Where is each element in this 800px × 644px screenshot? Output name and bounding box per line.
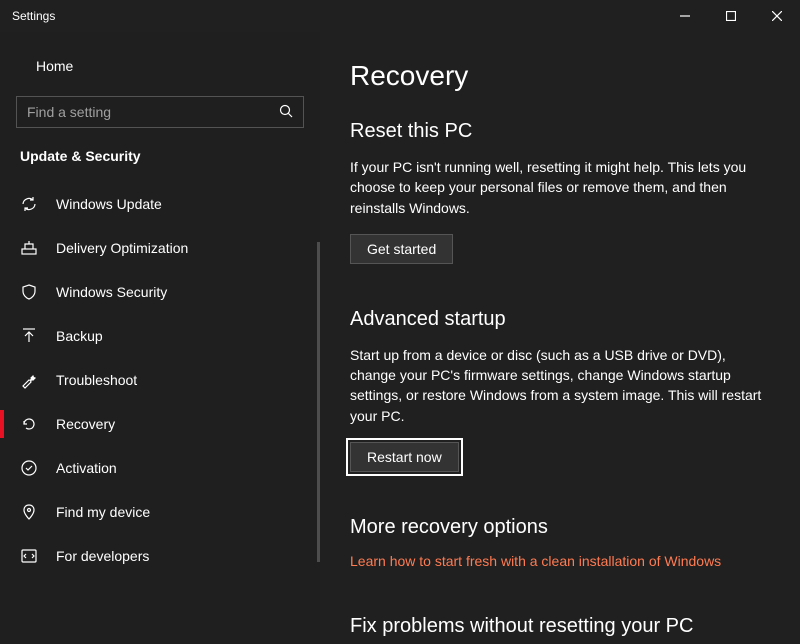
get-started-button[interactable]: Get started	[350, 234, 453, 264]
reset-pc-heading: Reset this PC	[350, 120, 770, 143]
reset-pc-section: Reset this PC If your PC isn't running w…	[350, 120, 770, 264]
advanced-startup-body: Start up from a device or disc (such as …	[350, 345, 770, 426]
more-recovery-section: More recovery options Learn how to start…	[350, 516, 770, 571]
sidebar: Home Find a setting Update & Security Wi…	[0, 32, 320, 644]
sync-icon	[20, 195, 38, 213]
nav-list: Windows Update Delivery Optimization Win…	[0, 182, 320, 578]
minimize-button[interactable]	[662, 0, 708, 32]
window-title: Settings	[12, 9, 55, 23]
start-fresh-link[interactable]: Learn how to start fresh with a clean in…	[350, 553, 721, 569]
sidebar-item-label: For developers	[56, 548, 149, 564]
more-recovery-heading: More recovery options	[350, 516, 770, 539]
sidebar-item-label: Find my device	[56, 504, 150, 520]
search-placeholder: Find a setting	[27, 104, 279, 120]
sidebar-item-delivery-optimization[interactable]: Delivery Optimization	[0, 226, 320, 270]
home-label: Home	[36, 58, 73, 74]
backup-icon	[20, 327, 38, 345]
close-button[interactable]	[754, 0, 800, 32]
sidebar-item-windows-update[interactable]: Windows Update	[0, 182, 320, 226]
activation-icon	[20, 459, 38, 477]
fix-problems-heading: Fix problems without resetting your PC	[350, 615, 770, 638]
search-input[interactable]: Find a setting	[16, 96, 304, 128]
sidebar-item-windows-security[interactable]: Windows Security	[0, 270, 320, 314]
sidebar-item-backup[interactable]: Backup	[0, 314, 320, 358]
location-icon	[20, 503, 38, 521]
sidebar-item-label: Recovery	[56, 416, 115, 432]
restart-now-button[interactable]: Restart now	[350, 442, 459, 472]
page-title: Recovery	[350, 60, 770, 92]
advanced-startup-heading: Advanced startup	[350, 308, 770, 331]
sidebar-item-recovery[interactable]: Recovery	[0, 402, 320, 446]
main-content: Recovery Reset this PC If your PC isn't …	[320, 32, 800, 644]
sidebar-scrollbar[interactable]	[317, 242, 320, 562]
sidebar-item-label: Activation	[56, 460, 117, 476]
wrench-icon	[20, 371, 38, 389]
developer-icon	[20, 547, 38, 565]
sidebar-item-label: Troubleshoot	[56, 372, 137, 388]
sidebar-item-label: Windows Security	[56, 284, 167, 300]
fix-problems-section: Fix problems without resetting your PC	[350, 615, 770, 638]
advanced-startup-section: Advanced startup Start up from a device …	[350, 308, 770, 472]
sidebar-item-label: Windows Update	[56, 196, 162, 212]
shield-icon	[20, 283, 38, 301]
sidebar-item-activation[interactable]: Activation	[0, 446, 320, 490]
reset-pc-body: If your PC isn't running well, resetting…	[350, 157, 770, 218]
sidebar-item-label: Delivery Optimization	[56, 240, 188, 256]
sidebar-item-label: Backup	[56, 328, 103, 344]
sidebar-item-troubleshoot[interactable]: Troubleshoot	[0, 358, 320, 402]
recovery-icon	[20, 415, 38, 433]
maximize-button[interactable]	[708, 0, 754, 32]
sidebar-item-find-my-device[interactable]: Find my device	[0, 490, 320, 534]
category-title: Update & Security	[0, 148, 320, 182]
sidebar-item-for-developers[interactable]: For developers	[0, 534, 320, 578]
home-nav[interactable]: Home	[0, 46, 320, 86]
search-icon	[279, 104, 293, 121]
titlebar: Settings	[0, 0, 800, 32]
delivery-icon	[20, 239, 38, 257]
